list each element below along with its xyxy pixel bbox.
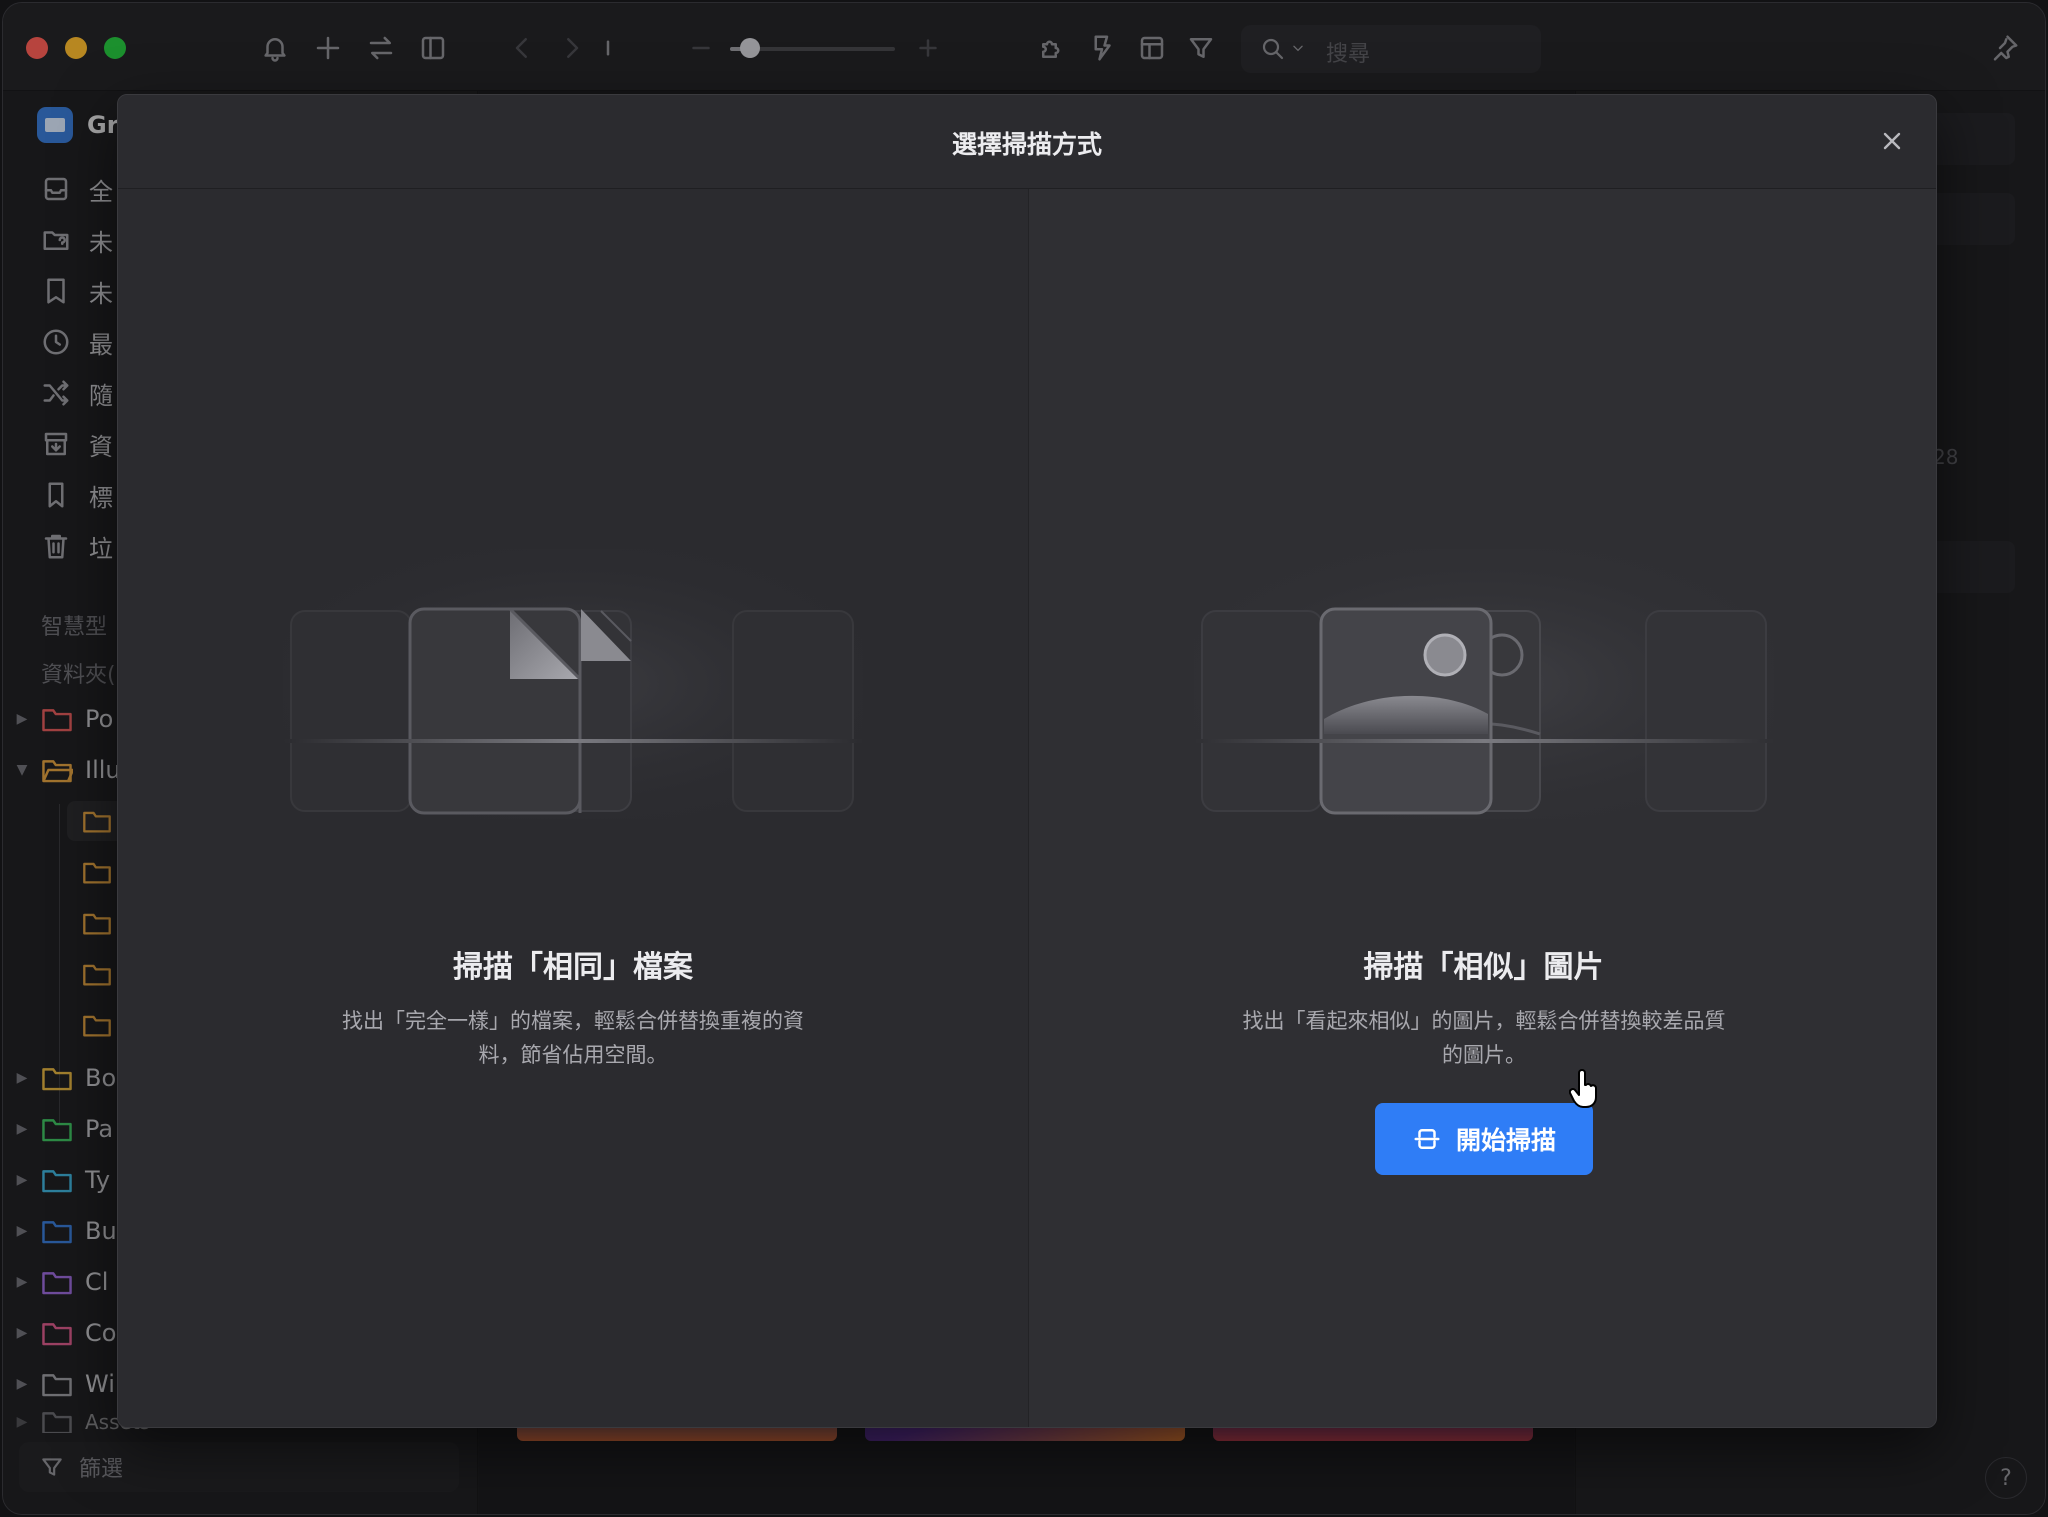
option-similar-images[interactable]: 掃描「相似」圖片 找出「看起來相似」的圖片，輕鬆合併替換較差品質的圖片。 開始掃… bbox=[1028, 189, 1936, 1427]
dialog-title: 選擇掃描方式 bbox=[951, 130, 1102, 159]
pointer-hand-icon bbox=[1569, 1069, 1597, 1108]
option-title: 掃描「相似」圖片 bbox=[1363, 950, 1604, 985]
similar-images-illustration bbox=[1194, 549, 1774, 819]
option-duplicate-files[interactable]: 掃描「相同」檔案 找出「完全一樣」的檔案，輕鬆合併替換重複的資料，節省佔用空間。 bbox=[118, 189, 1028, 1427]
app-window: 搜尋 Gr 全 未 未 最 隨 資 標 垃 智慧型 資料夾(▶ Po ▼ Il… bbox=[2, 2, 2046, 1515]
dialog-header: 選擇掃描方式 bbox=[118, 95, 1936, 189]
start-scan-label: 開始掃描 bbox=[1455, 1126, 1556, 1155]
close-icon bbox=[1883, 132, 1901, 150]
scan-icon bbox=[1414, 1129, 1440, 1149]
scan-mode-dialog: 選擇掃描方式 掃描「相同」檔案 找出「完全一樣」的檔案，輕鬆合併替換重複的資料，… bbox=[117, 94, 1937, 1428]
option-title: 掃描「相同」檔案 bbox=[453, 950, 693, 985]
option-description: 找出「完全一樣」的檔案，輕鬆合併替換重複的資料，節省佔用空間。 bbox=[342, 1009, 804, 1067]
option-description: 找出「看起來相似」的圖片，輕鬆合併替換較差品質的圖片。 bbox=[1242, 1009, 1726, 1067]
dialog-close-button[interactable] bbox=[1874, 123, 1910, 159]
duplicate-files-illustration bbox=[283, 549, 863, 819]
start-scan-button[interactable]: 開始掃描 bbox=[1375, 1103, 1593, 1175]
